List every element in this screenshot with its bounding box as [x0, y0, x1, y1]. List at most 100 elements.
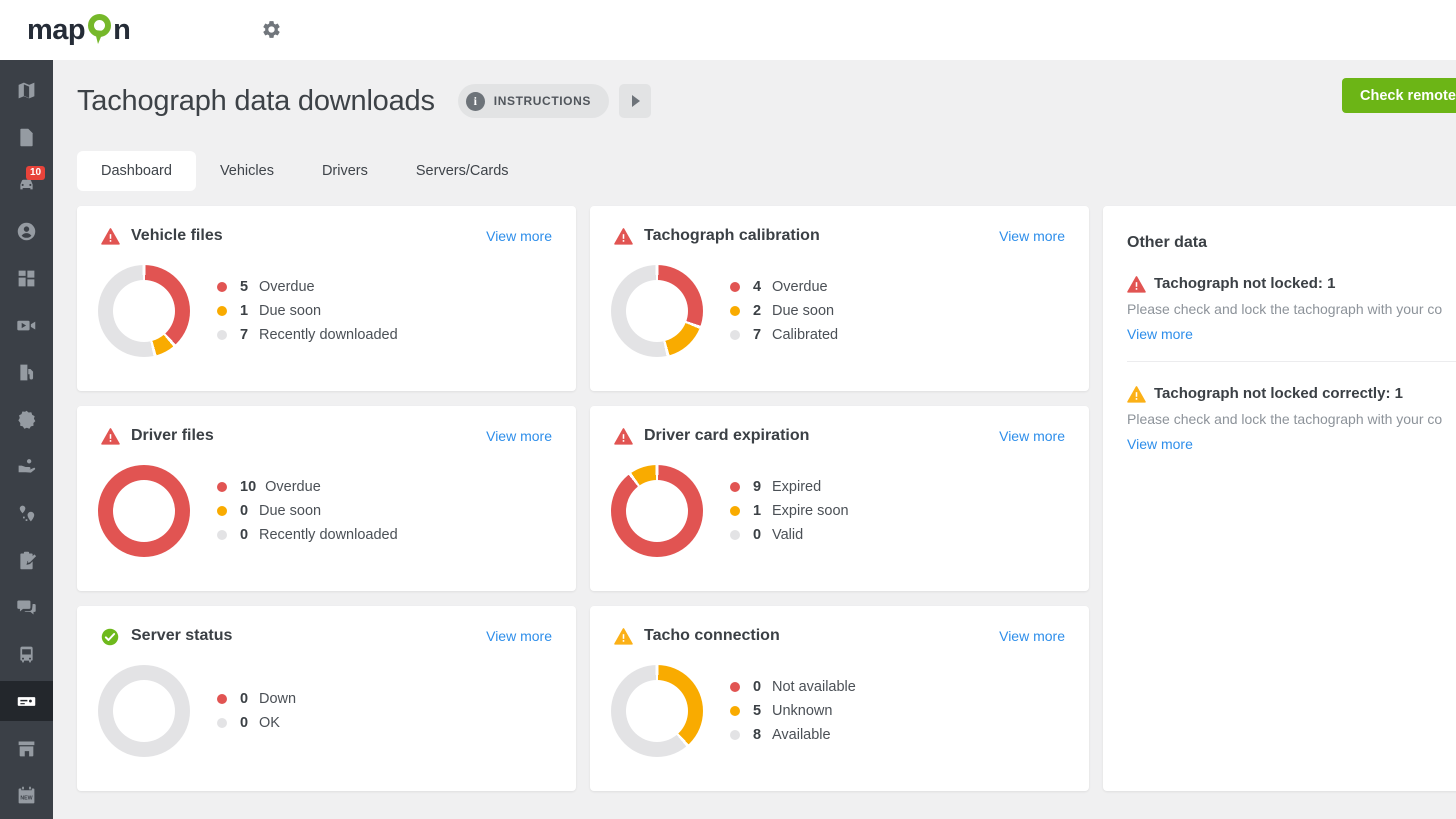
legend-label: Due soon	[259, 503, 321, 519]
sidebar-item-store[interactable]	[0, 728, 53, 768]
legend-label: Unknown	[772, 703, 832, 719]
user-icon	[16, 221, 37, 242]
legend-dot	[217, 506, 227, 516]
tab-dashboard[interactable]: Dashboard	[77, 151, 196, 191]
card-driver-files: Driver filesView more10Overdue0Due soon0…	[77, 406, 576, 591]
sidebar-item-fuel[interactable]	[0, 352, 53, 392]
card-header: Driver card expiration View more	[590, 406, 1089, 445]
warning-red-icon	[101, 228, 120, 245]
sidebar-item-document[interactable]	[0, 117, 53, 157]
card-title: Tacho connection	[644, 627, 780, 645]
legend-label: Valid	[772, 527, 803, 543]
sidebar-item-tachograph[interactable]	[0, 681, 53, 721]
warning-yellow-icon	[614, 628, 633, 645]
legend-row: 0Not available	[730, 675, 856, 699]
legend-value: 8	[753, 727, 763, 743]
tab-vehicles[interactable]: Vehicles	[196, 151, 298, 191]
card-body: 0Down0OK	[77, 645, 576, 791]
check-remote-download-button[interactable]: Check remote d	[1342, 78, 1456, 113]
view-more-link[interactable]: View more	[486, 428, 552, 444]
other-data-title: Other data	[1127, 234, 1456, 252]
legend-value: 0	[240, 715, 250, 731]
check-green-icon	[101, 628, 120, 645]
legend-row: 5Unknown	[730, 699, 856, 723]
view-more-link[interactable]: View more	[486, 628, 552, 644]
card-driver-card-expiration: Driver card expirationView more9Expired1…	[590, 406, 1089, 591]
fuel-icon	[16, 362, 37, 383]
divider	[1127, 361, 1456, 362]
legend-row: 7Calibrated	[730, 323, 838, 347]
sidebar-item-chat[interactable]	[0, 587, 53, 627]
legend-dot	[217, 718, 227, 728]
other-item-description: Please check and lock the tachograph wit…	[1127, 301, 1456, 317]
card-body: 5Overdue1Due soon7Recently downloaded	[77, 245, 576, 391]
view-more-link[interactable]: View more	[486, 228, 552, 244]
legend-dot	[730, 330, 740, 340]
calendar-new-icon: NEW	[16, 785, 37, 806]
page-title: Tachograph data downloads	[77, 85, 435, 118]
legend-dot	[730, 706, 740, 716]
sidebar-item-map[interactable]	[0, 70, 53, 110]
warning-red-icon	[101, 428, 120, 445]
card-header: Tachograph calibrationView more	[590, 206, 1089, 245]
sidebar-item-transport[interactable]	[0, 634, 53, 674]
legend-dot	[217, 330, 227, 340]
donut-chart	[98, 465, 190, 557]
legend-dot	[217, 306, 227, 316]
sidebar-item-dashboard-grid[interactable]	[0, 258, 53, 298]
legend-value: 10	[240, 479, 256, 495]
sidebar-item-fleet-car[interactable]: 10	[0, 164, 53, 204]
card-header: Server statusView more	[77, 606, 576, 645]
card-title: Driver card expiration	[644, 427, 809, 445]
view-more-link[interactable]: View more	[1127, 436, 1193, 452]
other-item-header: Tachograph not locked: 1	[1127, 275, 1456, 292]
main-content: Tachograph data downloads i INSTRUCTIONS…	[53, 60, 1456, 819]
mapon-logo[interactable]: map n	[27, 10, 130, 50]
sidebar-item-hand-coin[interactable]	[0, 446, 53, 486]
card-body: 10Overdue0Due soon0Recently downloaded	[77, 445, 576, 591]
card-body: 4Overdue2Due soon7Calibrated	[590, 245, 1089, 391]
card-body: 9Expired1Expire soon0Valid	[590, 445, 1089, 591]
sidebar-item-route-pins[interactable]	[0, 493, 53, 533]
legend-label: Due soon	[259, 303, 321, 319]
card-server-status: Server statusView more0Down0OK	[77, 606, 576, 791]
sidebar-item-video-camera[interactable]	[0, 305, 53, 345]
legend-row: 0Down	[217, 687, 296, 711]
view-more-link[interactable]: View more	[999, 628, 1065, 644]
legend-dot	[730, 530, 740, 540]
donut-chart	[611, 665, 703, 757]
legend-value: 9	[753, 479, 763, 495]
view-more-link[interactable]: View more	[999, 428, 1065, 444]
legend-dot	[730, 506, 740, 516]
legend-row: 0Due soon	[217, 499, 398, 523]
legend-value: 7	[240, 327, 250, 343]
dashboard-grid-icon	[16, 268, 37, 289]
legend-value: 4	[753, 279, 763, 295]
store-icon	[16, 738, 37, 759]
top-bar: map n	[0, 0, 1456, 60]
tab-drivers[interactable]: Drivers	[298, 151, 392, 191]
sidebar-item-clipboard-edit[interactable]	[0, 540, 53, 580]
settings-gear-icon[interactable]	[261, 19, 282, 40]
legend-value: 0	[753, 679, 763, 695]
play-video-button[interactable]	[619, 84, 651, 118]
card-header: Vehicle filesView more	[77, 206, 576, 245]
tab-servers-cards[interactable]: Servers/Cards	[392, 151, 533, 191]
info-icon: i	[466, 92, 485, 111]
sidebar-item-user[interactable]	[0, 211, 53, 251]
sidebar-item-calendar-new[interactable]: NEW	[0, 775, 53, 815]
sidebar-item-alert-seal[interactable]	[0, 399, 53, 439]
view-more-link[interactable]: View more	[1127, 326, 1193, 342]
view-more-link[interactable]: View more	[999, 228, 1065, 244]
video-camera-icon	[16, 315, 37, 336]
map-icon	[16, 80, 37, 101]
svg-text:NEW: NEW	[20, 795, 32, 801]
legend-label: Recently downloaded	[259, 327, 398, 343]
other-item-title: Tachograph not locked correctly: 1	[1154, 385, 1403, 402]
card-header: Tacho connection View more	[590, 606, 1089, 645]
legend-value: 0	[753, 527, 763, 543]
instructions-button[interactable]: i INSTRUCTIONS	[458, 84, 609, 118]
legend-row: 5Overdue	[217, 275, 398, 299]
logo-text-n: n	[113, 10, 130, 50]
legend-label: Overdue	[265, 479, 321, 495]
